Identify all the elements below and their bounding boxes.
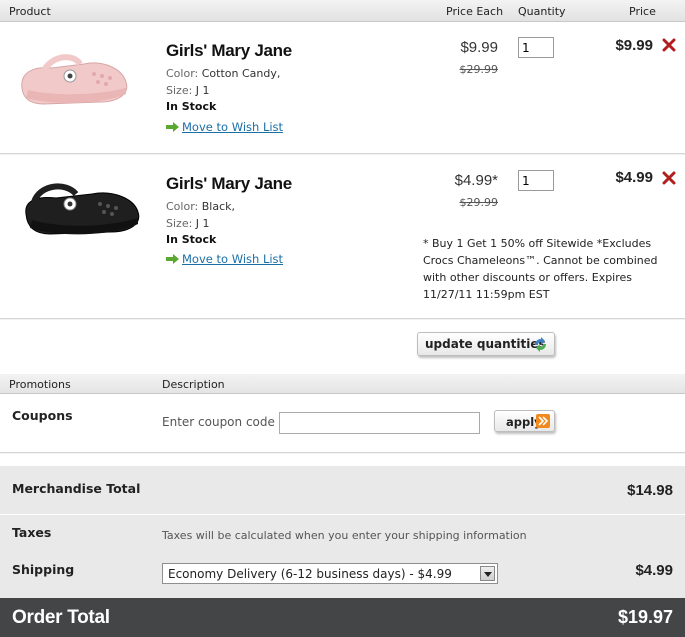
price-each: $9.99 bbox=[460, 39, 498, 56]
product-color: Color: Black, bbox=[166, 198, 235, 215]
refresh-icon bbox=[535, 337, 546, 352]
price-each: $4.99* bbox=[454, 172, 498, 189]
shipping-value: $4.99 bbox=[635, 562, 673, 579]
green-arrow-icon bbox=[166, 122, 179, 132]
coupon-code-input[interactable] bbox=[279, 412, 480, 434]
product-size: Size: J 1 bbox=[166, 215, 210, 232]
shipping-label: Shipping bbox=[12, 562, 75, 577]
move-to-wish-list-link[interactable]: Move to Wish List bbox=[182, 252, 283, 266]
row-divider bbox=[0, 153, 685, 155]
row-divider bbox=[0, 318, 685, 320]
remove-item-icon[interactable] bbox=[662, 171, 676, 185]
product-size: Size: J 1 bbox=[166, 82, 210, 99]
col-product: Product bbox=[9, 5, 51, 18]
move-to-wish-list-link[interactable]: Move to Wish List bbox=[182, 120, 283, 134]
size-value: J 1 bbox=[195, 217, 210, 230]
price-original: $29.99 bbox=[459, 196, 499, 209]
shipping-method-select[interactable]: Economy Delivery (6-12 business days) - … bbox=[162, 563, 498, 584]
double-chevron-icon bbox=[536, 414, 550, 428]
wish-list-row: Move to Wish List bbox=[166, 120, 283, 134]
col-quantity: Quantity bbox=[518, 5, 566, 18]
wish-list-row: Move to Wish List bbox=[166, 252, 283, 266]
apply-coupon-button[interactable]: apply bbox=[494, 410, 555, 432]
merchandise-total-value: $14.98 bbox=[627, 482, 673, 499]
col-price-each: Price Each bbox=[446, 5, 504, 18]
stock-status: In Stock bbox=[166, 233, 217, 246]
size-value: J 1 bbox=[195, 84, 210, 97]
merchandise-total-label: Merchandise Total bbox=[12, 481, 141, 496]
coupons-label: Coupons bbox=[12, 408, 73, 423]
price-original: $29.99 bbox=[459, 63, 499, 76]
col-description: Description bbox=[162, 378, 225, 391]
size-label: Size: bbox=[166, 217, 193, 230]
section-divider bbox=[0, 452, 685, 454]
product-color: Color: Cotton Candy, bbox=[166, 65, 280, 82]
shipping-method-value: Economy Delivery (6-12 business days) - … bbox=[168, 567, 452, 581]
product-image-pink-clog[interactable] bbox=[14, 50, 134, 112]
size-label: Size: bbox=[166, 84, 193, 97]
update-quantities-button[interactable]: update quantities bbox=[417, 332, 555, 356]
promotions-header: Promotions Description bbox=[0, 374, 685, 394]
cart-table-header: Product Price Each Quantity Price bbox=[0, 0, 685, 22]
order-total-bar: Order Total $19.97 bbox=[0, 598, 685, 637]
product-name[interactable]: Girls' Mary Jane bbox=[166, 174, 292, 194]
promo-note: * Buy 1 Get 1 50% off Sitewide *Excludes… bbox=[423, 237, 658, 301]
quantity-input[interactable] bbox=[518, 37, 554, 58]
chevron-down-icon[interactable] bbox=[480, 566, 495, 581]
stock-status: In Stock bbox=[166, 100, 217, 113]
color-label: Color: bbox=[166, 67, 199, 80]
update-quantities-label: update quantities bbox=[425, 337, 546, 351]
remove-item-icon[interactable] bbox=[662, 38, 676, 52]
col-price: Price bbox=[629, 5, 656, 18]
col-promotions: Promotions bbox=[9, 378, 71, 391]
taxes-label: Taxes bbox=[12, 525, 52, 540]
order-total-value: $19.97 bbox=[617, 607, 673, 627]
color-value: Black, bbox=[201, 200, 235, 213]
quantity-input[interactable] bbox=[518, 170, 554, 191]
taxes-note: Taxes will be calculated when you enter … bbox=[162, 529, 527, 542]
line-total: $9.99 bbox=[615, 37, 653, 54]
color-value: Cotton Candy, bbox=[201, 67, 281, 80]
coupon-prompt: Enter coupon code bbox=[162, 415, 275, 429]
color-label: Color: bbox=[166, 200, 199, 213]
product-image-black-clog[interactable] bbox=[20, 180, 144, 242]
summary-divider bbox=[0, 514, 685, 515]
green-arrow-icon bbox=[166, 254, 179, 264]
product-name[interactable]: Girls' Mary Jane bbox=[166, 41, 292, 61]
line-total: $4.99 bbox=[615, 169, 653, 186]
order-total-label: Order Total bbox=[12, 607, 110, 628]
